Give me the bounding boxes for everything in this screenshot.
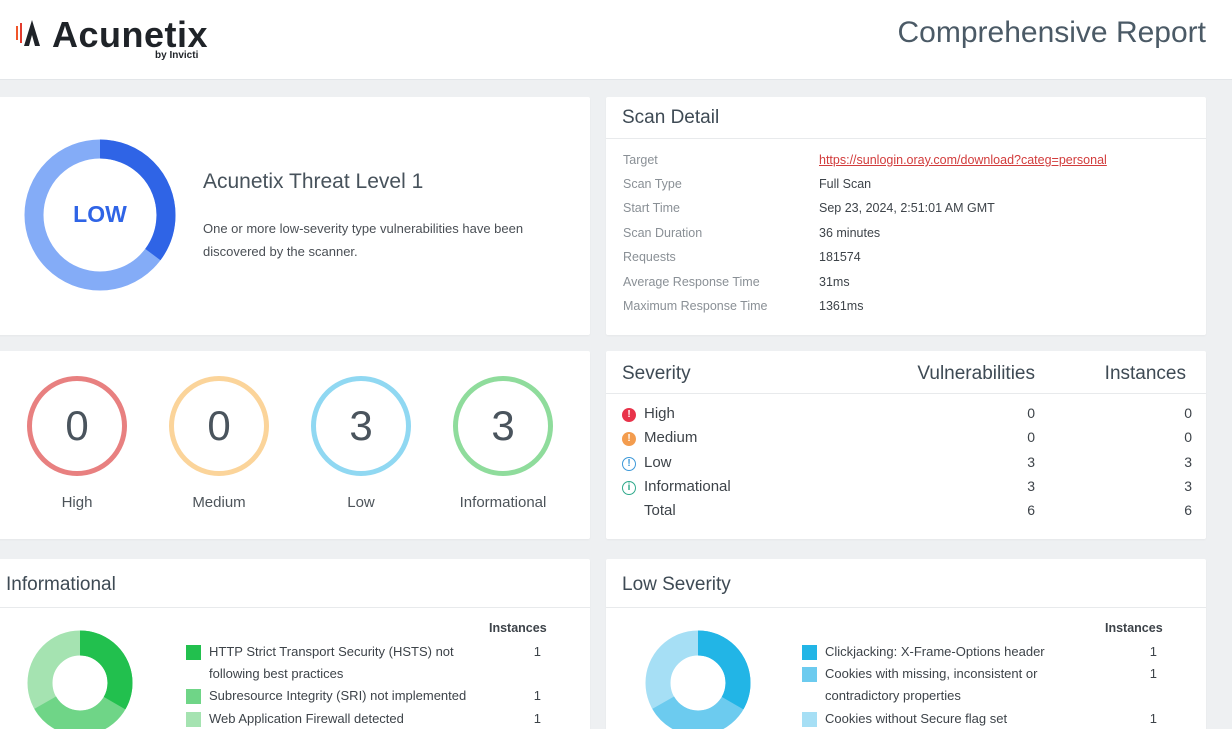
instances-column-header: Instances: [1104, 363, 1186, 384]
severity-header-divider: [606, 393, 1206, 394]
legend-swatch: [802, 712, 817, 727]
severity-row-high: ! High 0 0: [606, 405, 1206, 429]
severity-row-informational: i Informational 3 3: [606, 478, 1206, 502]
instance-count: 1: [533, 644, 541, 659]
low-severity-divider: [606, 607, 1206, 608]
legend-swatch: [802, 645, 817, 660]
severity-instances: 0: [1184, 429, 1192, 445]
vulnerability-name: Clickjacking: X-Frame-Options header: [825, 644, 1045, 659]
low-counter-circle: 3: [311, 376, 411, 476]
severity-instances: 3: [1184, 454, 1192, 470]
legend-swatch: [186, 712, 201, 727]
medium-counter-label: Medium: [192, 494, 246, 511]
severity-name: Total: [644, 502, 676, 519]
severity-name: High: [644, 405, 675, 422]
informational-donut-chart: [27, 630, 133, 729]
start-time-value: Sep 23, 2024, 2:51:01 AM GMT: [819, 201, 995, 215]
informational-heading: Informational: [6, 574, 116, 595]
scan-type-key: Scan Type: [623, 177, 682, 191]
severity-instances: 0: [1184, 405, 1192, 421]
low-counter-label: Low: [347, 494, 375, 511]
high-counter-circle: 0: [27, 376, 127, 476]
start-time-key: Start Time: [623, 201, 680, 215]
scan-duration-key: Scan Duration: [623, 226, 703, 240]
avg-response-value: 31ms: [819, 275, 850, 289]
severity-row-low: ! Low 3 3: [606, 454, 1206, 478]
instance-count: 1: [1149, 644, 1157, 659]
severity-vulns: 6: [1027, 502, 1035, 518]
low-severity-card: Low Severity Instances Clickjacking: X-F…: [606, 559, 1206, 729]
threat-description: One or more low-severity type vulnerabil…: [203, 221, 524, 259]
legend-swatch: [802, 667, 817, 682]
scan-type-value: Full Scan: [819, 177, 872, 191]
informational-card: Informational Instances HTTP Strict Tran…: [0, 559, 590, 729]
scan-detail-card: Scan Detail Target https://sunlogin.oray…: [606, 97, 1206, 335]
informational-counter-circle: 3: [453, 376, 553, 476]
low-alert-icon: !: [622, 457, 636, 471]
medium-counter-circle: 0: [169, 376, 269, 476]
severity-vulns: 3: [1027, 454, 1035, 470]
high-alert-icon: !: [622, 408, 636, 422]
severity-vulns: 0: [1027, 405, 1035, 421]
avg-response-key: Average Response Time: [623, 275, 760, 289]
severity-vulns: 0: [1027, 429, 1035, 445]
severity-instances: 3: [1184, 478, 1192, 494]
informational-counter-label: Informational: [459, 494, 547, 511]
legend-swatch: [186, 645, 201, 660]
max-response-key: Maximum Response Time: [623, 299, 768, 313]
threat-level-card: LOW Acunetix Threat Level 1 One or more …: [0, 97, 590, 335]
scan-target-key: Target: [623, 153, 658, 167]
low-severity-heading: Low Severity: [622, 574, 731, 595]
severity-counters-card: 0 High 0 Medium 3 Low 3 Informational: [0, 351, 590, 539]
scan-target-link[interactable]: https://sunlogin.oray.com/download?categ…: [819, 153, 1107, 167]
vulnerabilities-column-header: Vulnerabilities: [917, 363, 1035, 384]
severity-vulns: 3: [1027, 478, 1035, 494]
acunetix-logo: Acunetix by Invicti: [16, 14, 216, 66]
low-severity-donut-chart: [645, 630, 751, 729]
severity-row-total: Total 6 6: [606, 502, 1206, 526]
vulnerability-name: Web Application Firewall detected: [209, 711, 404, 726]
requests-key: Requests: [623, 250, 676, 264]
severity-table-card: Severity Vulnerabilities Instances ! Hig…: [606, 351, 1206, 539]
vulnerability-name: Subresource Integrity (SRI) not implemen…: [209, 688, 467, 703]
severity-name: Low: [644, 454, 672, 471]
high-counter-label: High: [61, 494, 93, 511]
instance-count: 1: [533, 711, 541, 726]
severity-column-header: Severity: [622, 363, 691, 384]
medium-alert-icon: !: [622, 432, 636, 446]
severity-row-medium: ! Medium 0 0: [606, 429, 1206, 453]
vulnerability-name: Cookies with missing, inconsistent or co…: [825, 666, 1038, 703]
instance-count: 1: [1149, 711, 1157, 726]
brand-subtitle: by Invicti: [155, 50, 199, 61]
report-title: Comprehensive Report: [897, 16, 1206, 49]
low-severity-instances-header: Instances: [1105, 621, 1163, 635]
requests-value: 181574: [819, 250, 861, 264]
max-response-value: 1361ms: [819, 299, 864, 313]
instance-count: 1: [533, 688, 541, 703]
severity-name: Medium: [644, 429, 698, 446]
report-header: Acunetix by Invicti Comprehensive Report: [0, 0, 1232, 80]
vulnerability-name: Cookies without Secure flag set: [825, 711, 1008, 726]
threat-level-label: LOW: [73, 201, 127, 227]
vulnerability-name: HTTP Strict Transport Security (HSTS) no…: [209, 644, 454, 681]
threat-title: Acunetix Threat Level 1: [203, 170, 424, 193]
severity-name: Informational: [644, 478, 731, 495]
informational-divider: [0, 607, 590, 608]
informational-instances-header: Instances: [489, 621, 547, 635]
instance-count: 1: [1149, 666, 1157, 681]
severity-instances: 6: [1184, 502, 1192, 518]
info-icon: i: [622, 481, 636, 495]
scan-duration-value: 36 minutes: [819, 226, 881, 240]
acunetix-logo-icon: [16, 20, 40, 46]
scan-detail-heading: Scan Detail: [606, 97, 1206, 139]
legend-swatch: [186, 689, 201, 704]
